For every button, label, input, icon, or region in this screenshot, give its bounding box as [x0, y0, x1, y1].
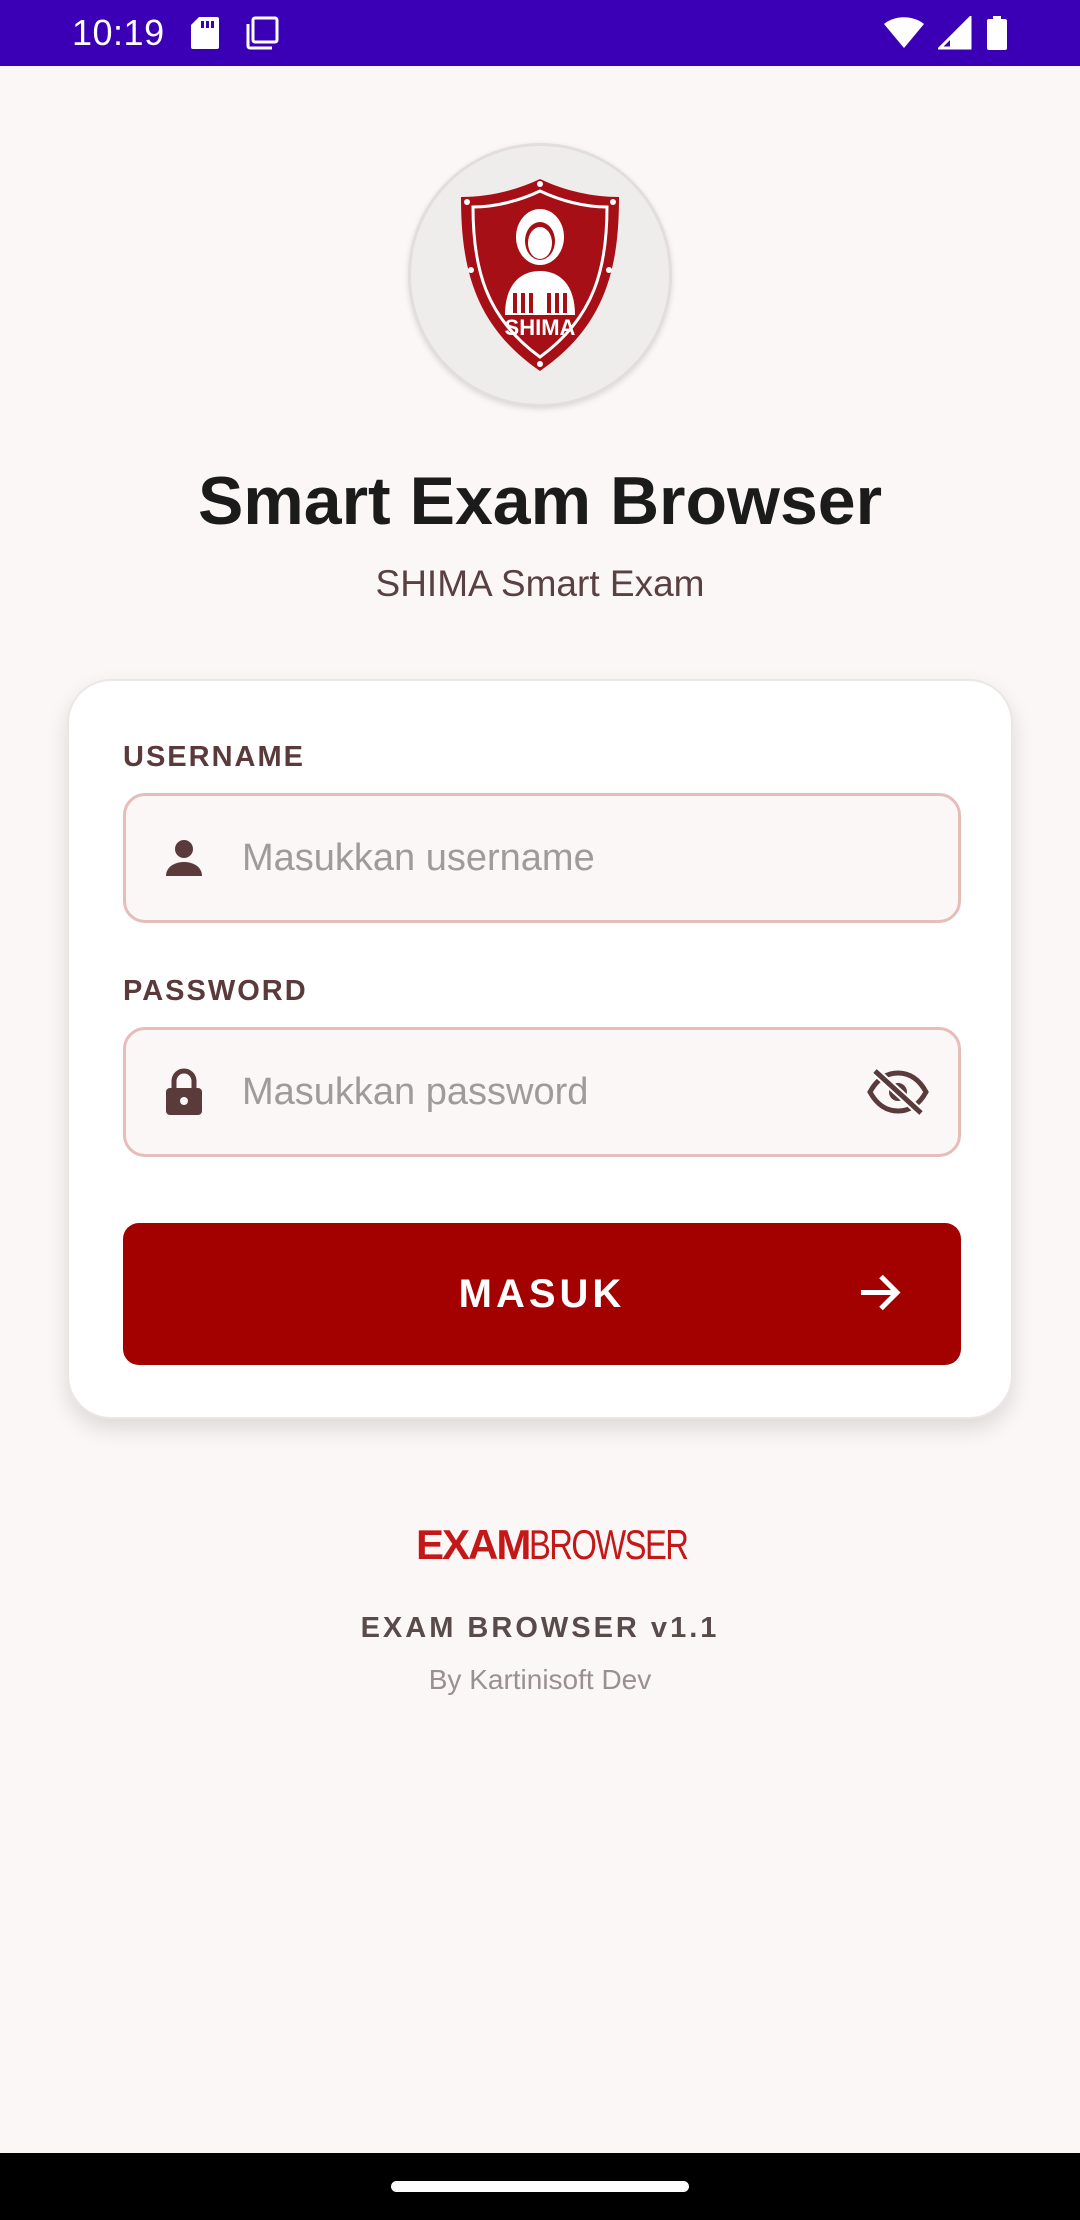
username-field-container — [123, 793, 961, 923]
wifi-icon — [884, 17, 924, 49]
footer-brand-light: BROWSER — [529, 1521, 689, 1568]
eye-off-icon — [867, 1067, 929, 1117]
app-logo: SHIMA — [408, 143, 672, 407]
arrow-right-icon — [859, 1274, 901, 1315]
footer-brand: EXAM BROWSER — [416, 1521, 732, 1569]
navigation-bar — [0, 2153, 1080, 2220]
footer-brand-bold: EXAM — [416, 1521, 531, 1568]
sd-card-icon — [190, 17, 219, 49]
person-icon — [126, 838, 242, 878]
password-input[interactable] — [242, 1030, 838, 1154]
toggle-password-visibility[interactable] — [838, 1067, 958, 1117]
home-indicator[interactable] — [391, 2181, 689, 2192]
login-button[interactable]: MASUK — [123, 1223, 961, 1365]
login-card: USERNAME PASSWORD MASUK — [67, 679, 1013, 1419]
username-input[interactable] — [242, 796, 958, 920]
password-label: PASSWORD — [123, 975, 308, 1007]
page-title: Smart Exam Browser — [197, 463, 883, 539]
page-subtitle: SHIMA Smart Exam — [375, 563, 705, 604]
shima-shield-logo: SHIMA — [461, 179, 619, 371]
status-bar: 10:19 — [0, 0, 1080, 66]
password-field-container — [123, 1027, 961, 1157]
login-button-label: MASUK — [458, 1271, 626, 1316]
username-label: USERNAME — [123, 741, 305, 773]
battery-icon — [986, 16, 1008, 50]
developer-credit: By Kartinisoft Dev — [428, 1664, 652, 1695]
status-time: 10:19 — [72, 12, 165, 53]
signal-icon — [938, 16, 972, 50]
screenshot-icon — [245, 16, 279, 50]
lock-icon — [126, 1068, 242, 1116]
logo-text: SHIMA — [505, 315, 576, 340]
footer-logo: EXAM BROWSER — [410, 1515, 689, 1575]
app-version: EXAM BROWSER v1.1 — [360, 1612, 720, 1644]
